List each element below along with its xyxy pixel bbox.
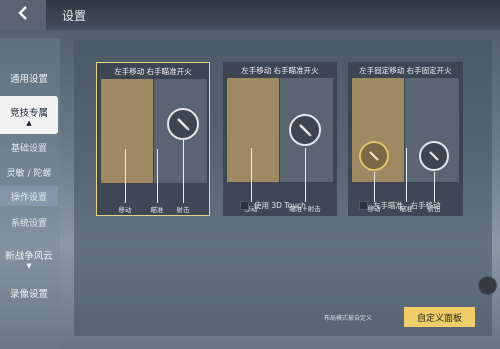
layout-card-2[interactable]: 左手移动 右手瞄准开火 移动 瞄准+射击 (223, 62, 337, 216)
move-zone (227, 78, 279, 182)
move-zone (101, 79, 153, 183)
fire-button-icon (167, 108, 199, 140)
checkbox[interactable] (359, 201, 368, 210)
fire-line (183, 140, 184, 203)
aim-line (157, 149, 158, 203)
sidebar-item-new-war[interactable]: 新战争风云 ▼ (0, 248, 58, 270)
label-fire: 射击 (176, 206, 190, 214)
label-move: 移动 (118, 206, 132, 214)
move-line (125, 149, 126, 203)
fire-button-icon (289, 114, 321, 146)
layout-hint: 布局模式被自定义 (324, 315, 373, 322)
option-label: 使用 3D Touch (254, 201, 306, 210)
sidebar-item-basic[interactable]: 基础设置 (0, 141, 58, 154)
option-left-aim-right-move[interactable]: 左手瞄准，右手移动 (359, 200, 441, 211)
custom-panel-button[interactable]: 自定义面板 (404, 307, 475, 327)
sidebar-item-recording[interactable]: 录像设置 (0, 286, 58, 300)
fire-button-icon (419, 141, 449, 171)
back-button[interactable] (0, 0, 46, 30)
move-line (251, 148, 252, 202)
option-label: 左手瞄准，右手移动 (373, 201, 441, 210)
top-bar: 设置 (0, 0, 500, 30)
sidebar: 通用设置 竞技专属 ▲ 基础设置 灵敏 / 陀螺 操作设置 系统设置 新战争风云… (0, 38, 60, 349)
sidebar-item-system[interactable]: 系统设置 (0, 216, 58, 229)
layout-card-3[interactable]: 左手固定移动 右手固定开火 移动 瞄准 射击 (348, 62, 463, 216)
checkbox[interactable] (240, 201, 249, 210)
option-3d-touch[interactable]: 使用 3D Touch (240, 200, 306, 211)
floating-ball-icon[interactable] (478, 276, 497, 295)
card-title: 左手移动 右手瞄准开火 (114, 67, 192, 76)
chevron-left-icon (17, 5, 29, 25)
triangle-down-icon: ▼ (26, 262, 32, 270)
triangle-up-icon: ▲ (26, 119, 32, 127)
card-title: 左手移动 右手瞄准开火 (241, 66, 319, 75)
sidebar-item-sensitivity[interactable]: 灵敏 / 陀螺 (0, 166, 58, 179)
aim-line (406, 148, 407, 202)
fixed-fire-left-icon (359, 141, 389, 171)
fire-line (434, 172, 435, 202)
sidebar-item-label: 竞技专属 (9, 108, 48, 119)
settings-panel: 左手移动 右手瞄准开火 移动 瞄准 射击 左手移动 右手瞄准开火 移动 瞄准+射… (74, 40, 492, 336)
move-line (374, 172, 375, 202)
sidebar-item-controls[interactable]: 操作设置 (0, 186, 58, 206)
sidebar-item-general[interactable]: 通用设置 (0, 71, 58, 85)
sidebar-item-label: 新战争风云 (5, 251, 53, 262)
sidebar-item-competitive[interactable]: 竞技专属 ▲ (0, 96, 58, 134)
layout-card-1[interactable]: 左手移动 右手瞄准开火 移动 瞄准 射击 (96, 62, 210, 216)
aim-fire-line (305, 148, 306, 202)
page-title: 设置 (62, 9, 87, 23)
card-title: 左手固定移动 右手固定开火 (359, 66, 452, 75)
label-aim: 瞄准 (150, 206, 164, 214)
